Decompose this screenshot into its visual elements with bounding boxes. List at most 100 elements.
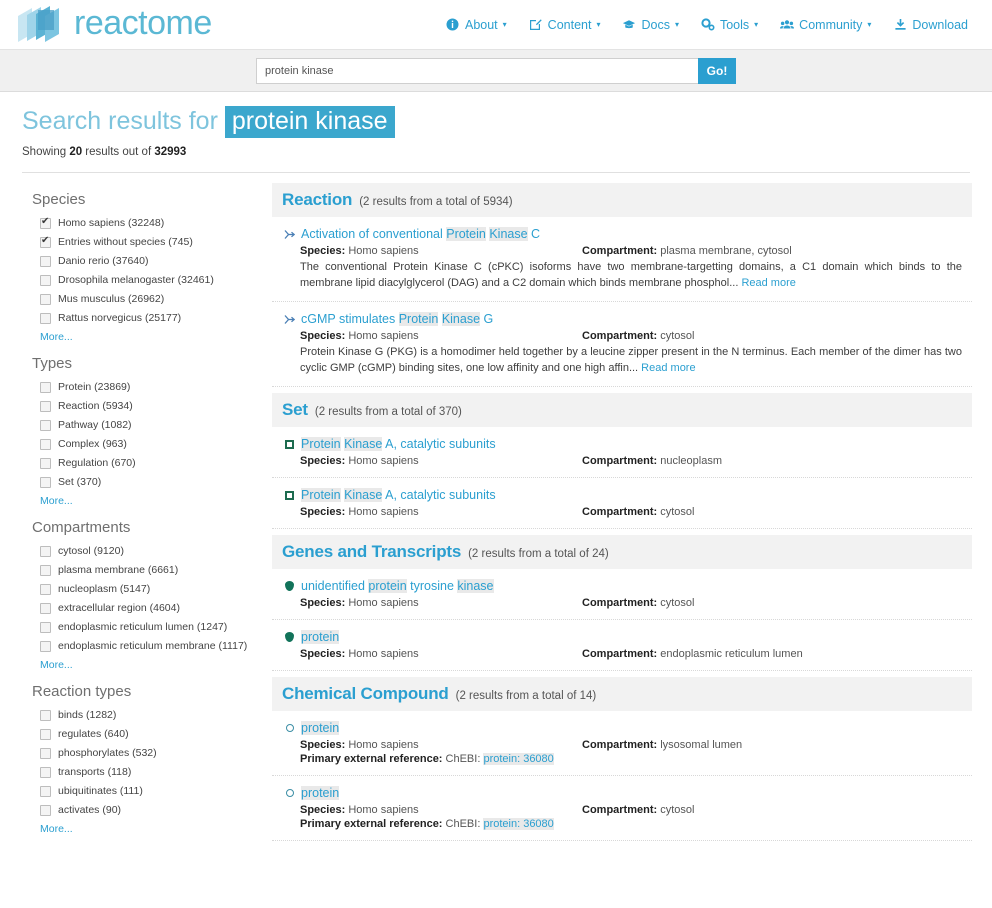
checkbox-icon[interactable] [40,767,51,779]
checkbox-icon[interactable] [40,382,51,394]
external-reference-value[interactable]: protein: 36080 [483,753,554,766]
checkbox-icon[interactable] [40,546,51,558]
checkbox-icon[interactable] [40,748,51,760]
facet-more-link[interactable]: More... [40,495,260,507]
facet-checkbox-row[interactable]: ubiquitinates (111) [40,785,260,798]
search-bar: Go! [0,50,992,92]
facet-checkbox-row[interactable]: Mus musculus (26962) [40,293,260,306]
reactome-logo-icon [14,4,68,46]
species-label: Species: [300,330,346,343]
compartment-value: cytosol [660,330,695,343]
facet-checkbox-row[interactable]: endoplasmic reticulum membrane (1117) [40,640,260,653]
facet-checkbox-row[interactable]: Set (370) [40,476,260,489]
facet-checkbox-row[interactable]: phosphorylates (532) [40,747,260,760]
result-section: Chemical Compound (2 results from a total… [272,677,972,842]
facet-checkbox-row[interactable]: Pathway (1082) [40,419,260,432]
checkbox-checked-icon[interactable] [40,216,51,230]
result-entry-link[interactable]: Activation of conventional Protein Kinas… [301,227,540,242]
facet-title: Species [32,191,86,209]
match-highlight: protein [301,630,340,645]
checkbox-icon[interactable] [40,313,51,325]
checkbox-checked-icon[interactable] [40,235,51,249]
facet-checkbox-row[interactable]: transports (118) [40,766,260,779]
checkbox-icon[interactable] [40,622,51,634]
checkbox-icon[interactable] [40,565,51,577]
facet-item-label: Mus musculus (26962) [58,293,165,306]
checkbox-icon[interactable] [40,275,51,287]
nav-item-about[interactable]: About ▾ [446,18,507,32]
read-more-link[interactable]: Read more [641,362,695,374]
facet-checkbox-row[interactable]: Complex (963) [40,438,260,451]
checkbox-icon[interactable] [40,256,51,268]
compartment-label: Compartment: [582,455,658,468]
facet-checkbox-row[interactable]: Rattus norvegicus (25177) [40,312,260,325]
compartment-value: endoplasmic reticulum lumen [660,648,803,661]
facet-checkbox-row[interactable]: Regulation (670) [40,457,260,470]
checkbox-icon[interactable] [40,439,51,451]
facet-checkbox-row[interactable]: endoplasmic reticulum lumen (1247) [40,621,260,634]
facet-checkbox-row[interactable]: cytosol (9120) [40,545,260,558]
facet-item-label: endoplasmic reticulum lumen (1247) [58,621,228,634]
result-entry-link[interactable]: protein [301,721,340,736]
checkbox-icon[interactable] [40,477,51,489]
facet-checkbox-row[interactable]: regulates (640) [40,728,260,741]
facet-checkbox-row[interactable]: plasma membrane (6661) [40,564,260,577]
facet-group: Compartments cytosol (9120) plasma membran… [30,519,260,671]
facet-checkbox-row[interactable]: activates (90) [40,804,260,817]
facet-checkbox-row[interactable]: Drosophila melanogaster (32461) [40,274,260,287]
facet-checkbox-row[interactable]: Protein (23869) [40,381,260,394]
nav-item-tools[interactable]: Tools ▾ [701,18,758,32]
external-reference-value[interactable]: protein: 36080 [483,818,554,831]
facet-checkbox-row[interactable]: Danio rerio (37640) [40,255,260,268]
facet-checkbox-row[interactable]: Entries without species (745) [40,235,260,249]
match-highlight: Protein [398,312,439,327]
species-label: Species: [300,455,346,468]
checkbox-icon[interactable] [40,805,51,817]
checkbox-icon[interactable] [40,584,51,596]
nav-item-docs[interactable]: Docs ▾ [622,18,679,32]
checkbox-icon[interactable] [40,710,51,722]
checkbox-icon[interactable] [40,458,51,470]
result-entry-link[interactable]: cGMP stimulates Protein Kinase G [301,312,493,327]
checkbox-icon[interactable] [40,294,51,306]
checkbox-icon[interactable] [40,786,51,798]
checkbox-icon[interactable] [40,420,51,432]
facet-checkbox-row[interactable]: Homo sapiens (32248) [40,216,260,230]
result-entry-title-row: protein [284,786,968,801]
search-go-button[interactable]: Go! [698,57,736,84]
facet-checkbox-row[interactable]: Reaction (5934) [40,400,260,413]
graduation-cap-icon [622,18,636,32]
gene-diamond-icon [284,632,295,643]
checkbox-icon[interactable] [40,603,51,615]
result-entry-link[interactable]: protein [301,786,340,801]
read-more-link[interactable]: Read more [741,277,795,289]
checkbox-icon[interactable] [40,729,51,741]
reaction-arrow-icon [284,229,295,240]
nav-item-content[interactable]: Content ▾ [529,18,600,32]
result-entry-link[interactable]: Protein Kinase A, catalytic subunits [301,437,496,452]
page-title: Search results for protein kinase [22,106,970,138]
facet-checkbox-row[interactable]: extracellular region (4604) [40,602,260,615]
external-reference-field: Primary external reference: ChEBI: prote… [284,753,968,766]
facet-checkbox-row[interactable]: nucleoplasm (5147) [40,583,260,596]
checkbox-icon[interactable] [40,401,51,413]
description-text: The conventional Protein Kinase C (cPKC)… [300,261,962,290]
nav-item-download[interactable]: Download [893,18,968,32]
result-entry-meta: Species: Homo sapiens Compartment: nucleo… [284,455,968,467]
set-square-icon [284,490,295,501]
result-entry-link[interactable]: unidentified protein tyrosine kinase [301,579,494,594]
species-label: Species: [300,804,346,817]
result-section-header: Set (2 results from a total of 370) [272,393,972,428]
nav-item-community[interactable]: Community ▾ [780,18,871,32]
facet-more-link[interactable]: More... [40,659,260,671]
result-entry-link[interactable]: Protein Kinase A, catalytic subunits [301,488,496,503]
checkbox-icon[interactable] [40,641,51,653]
title-text: Activation of conventional [301,227,447,242]
facet-checkbox-row[interactable]: binds (1282) [40,709,260,722]
logo[interactable]: reactome [14,4,212,46]
search-input[interactable] [256,57,698,84]
facet-more-link[interactable]: More... [40,331,260,343]
facet-more-link[interactable]: More... [40,823,260,835]
result-entry-link[interactable]: protein [301,630,340,645]
result-section: Reaction (2 results from a total of 5934)… [272,183,972,388]
